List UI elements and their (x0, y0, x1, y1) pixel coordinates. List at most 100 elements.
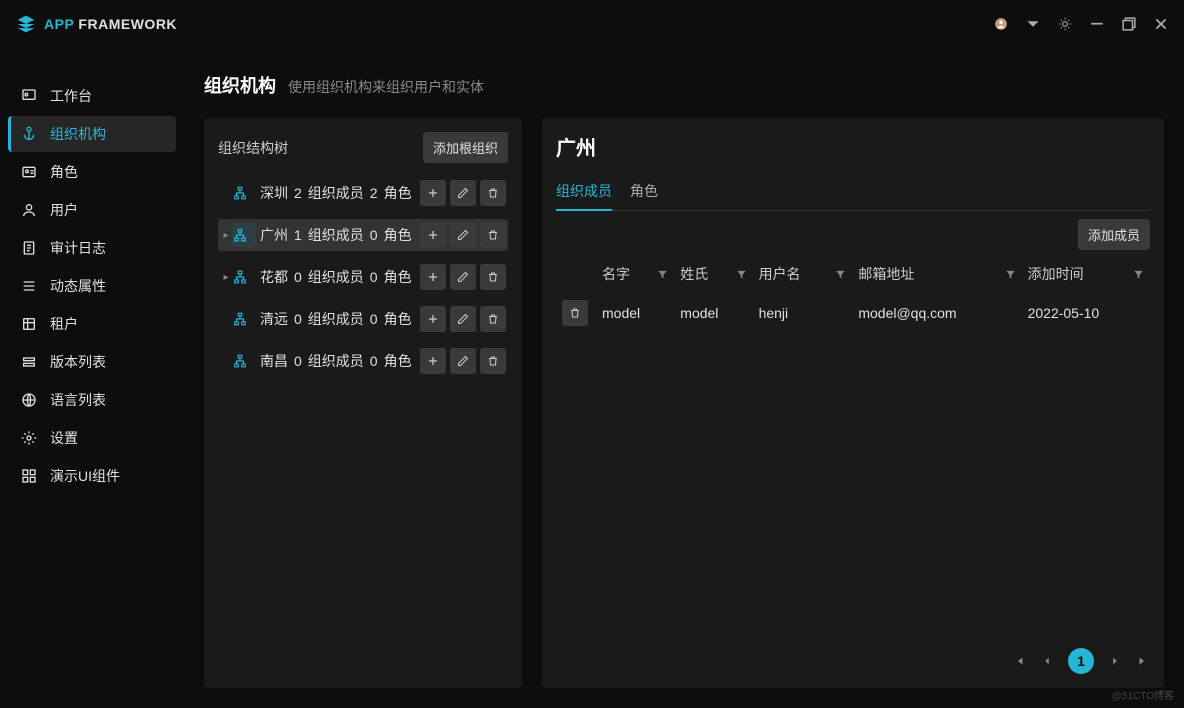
cell-username: henji (753, 292, 853, 334)
edit-button[interactable] (450, 180, 476, 206)
sidebar-item-tenant[interactable]: 租户 (8, 306, 176, 342)
detail-tabs: 组织成员角色 (556, 173, 1150, 211)
page-description: 使用组织机构来组织用户和实体 (288, 77, 484, 97)
sitemap-icon (233, 354, 255, 368)
sidebar-item-label: 租户 (50, 314, 78, 334)
sidebar-item-gear[interactable]: 设置 (8, 420, 176, 456)
delete-button[interactable] (480, 306, 506, 332)
tree-node-label: 南昌 0组织成员 0角色 (256, 351, 420, 371)
add-child-button[interactable] (420, 180, 446, 206)
delete-button[interactable] (480, 348, 506, 374)
org-tree-panel: 组织结构树 添加根组织 深圳 2组织成员 2角色 ▸ 广州 1组织成员 0角色 (204, 118, 522, 688)
org-tree-list: 深圳 2组织成员 2角色 ▸ 广州 1组织成员 0角色 ▸ 花都 0组织成员 0… (218, 177, 508, 377)
column-header: 名字 (596, 256, 674, 292)
cell-first-name: model (596, 292, 674, 334)
filter-icon[interactable] (835, 269, 846, 280)
tree-node[interactable]: ▸ 广州 1组织成员 0角色 (218, 219, 508, 251)
sidebar-item-label: 动态属性 (50, 276, 106, 296)
pager: 1 (556, 636, 1150, 674)
sitemap-icon (233, 270, 255, 284)
tree-node[interactable]: ▸ 花都 0组织成员 0角色 (218, 261, 508, 293)
window-close-icon[interactable] (1154, 17, 1168, 31)
detail-title: 广州 (556, 132, 1150, 161)
sidebar-item-audit[interactable]: 审计日志 (8, 230, 176, 266)
sidebar-item-user[interactable]: 用户 (8, 192, 176, 228)
column-header: 姓氏 (674, 256, 752, 292)
sidebar-item-label: 版本列表 (50, 352, 106, 372)
sidebar-item-id-card[interactable]: 角色 (8, 154, 176, 190)
theme-toggle-icon[interactable] (1058, 17, 1072, 31)
list-icon (20, 278, 38, 294)
pager-first-icon[interactable] (1012, 654, 1026, 668)
sidebar-item-dashboard[interactable]: 工作台 (8, 78, 176, 114)
filter-icon[interactable] (657, 269, 668, 280)
window-minimize-icon[interactable] (1090, 17, 1104, 31)
edit-button[interactable] (450, 306, 476, 332)
edit-button[interactable] (450, 264, 476, 290)
sidebar-item-anchor[interactable]: 组织机构 (8, 116, 176, 152)
expand-icon[interactable]: ▸ (220, 230, 232, 241)
logo-icon (16, 14, 36, 34)
row-delete-button[interactable] (562, 300, 588, 326)
add-child-button[interactable] (420, 348, 446, 374)
sidebar-item-label: 工作台 (50, 86, 92, 106)
tree-node[interactable]: 南昌 0组织成员 0角色 (218, 345, 508, 377)
watermark: @51CTO博客 (1112, 687, 1174, 702)
delete-button[interactable] (480, 222, 506, 248)
add-child-button[interactable] (420, 264, 446, 290)
filter-icon[interactable] (1133, 269, 1144, 280)
expand-icon[interactable]: ▸ (220, 272, 232, 283)
sidebar-item-label: 组织机构 (50, 124, 106, 144)
pager-next-icon[interactable] (1108, 654, 1122, 668)
tree-node[interactable]: 深圳 2组织成员 2角色 (218, 177, 508, 209)
tab[interactable]: 组织成员 (556, 173, 612, 211)
add-member-button[interactable]: 添加成员 (1078, 219, 1150, 250)
tenant-icon (20, 316, 38, 332)
sidebar: 工作台组织机构角色用户审计日志动态属性租户版本列表语言列表设置演示UI组件 (0, 48, 184, 708)
delete-button[interactable] (480, 264, 506, 290)
components-icon (20, 468, 38, 484)
gear-icon (20, 430, 38, 446)
column-header: 添加时间 (1022, 256, 1150, 292)
tree-node-label: 花都 0组织成员 0角色 (256, 267, 420, 287)
main-content: 组织机构 使用组织机构来组织用户和实体 组织结构树 添加根组织 深圳 2组织成员… (184, 48, 1184, 708)
user-avatar-menu[interactable] (994, 17, 1008, 31)
add-root-org-button[interactable]: 添加根组织 (423, 132, 508, 163)
versions-icon (20, 354, 38, 370)
window-maximize-icon[interactable] (1122, 17, 1136, 31)
sidebar-item-components[interactable]: 演示UI组件 (8, 458, 176, 494)
user-icon (20, 202, 38, 218)
pager-last-icon[interactable] (1136, 654, 1150, 668)
page-title: 组织机构 (204, 72, 276, 98)
sitemap-icon (233, 228, 255, 242)
page-header: 组织机构 使用组织机构来组织用户和实体 (204, 72, 1164, 98)
delete-button[interactable] (480, 180, 506, 206)
add-child-button[interactable] (420, 222, 446, 248)
edit-button[interactable] (450, 222, 476, 248)
cell-email: model@qq.com (852, 292, 1021, 334)
table-row: model model henji model@qq.com 2022-05-1… (556, 292, 1150, 334)
dropdown-caret-icon[interactable] (1026, 17, 1040, 31)
edit-button[interactable] (450, 348, 476, 374)
sidebar-item-versions[interactable]: 版本列表 (8, 344, 176, 380)
tree-node[interactable]: 清远 0组织成员 0角色 (218, 303, 508, 335)
sitemap-icon (233, 186, 255, 200)
pager-prev-icon[interactable] (1040, 654, 1054, 668)
sidebar-item-label: 演示UI组件 (50, 466, 120, 486)
filter-icon[interactable] (736, 269, 747, 280)
sidebar-item-list[interactable]: 动态属性 (8, 268, 176, 304)
cell-added: 2022-05-10 (1022, 292, 1150, 334)
sidebar-item-label: 审计日志 (50, 238, 106, 258)
cell-last-name: model (674, 292, 752, 334)
app-logo: APP FRAMEWORK (16, 14, 177, 34)
filter-icon[interactable] (1005, 269, 1016, 280)
add-child-button[interactable] (420, 306, 446, 332)
tree-node-label: 清远 0组织成员 0角色 (256, 309, 420, 329)
sidebar-item-globe[interactable]: 语言列表 (8, 382, 176, 418)
tab[interactable]: 角色 (630, 173, 658, 210)
pager-current[interactable]: 1 (1068, 648, 1094, 674)
sitemap-icon (233, 312, 255, 326)
titlebar: APP FRAMEWORK (0, 0, 1184, 48)
column-header: 用户名 (753, 256, 853, 292)
tree-title: 组织结构树 (218, 138, 288, 158)
